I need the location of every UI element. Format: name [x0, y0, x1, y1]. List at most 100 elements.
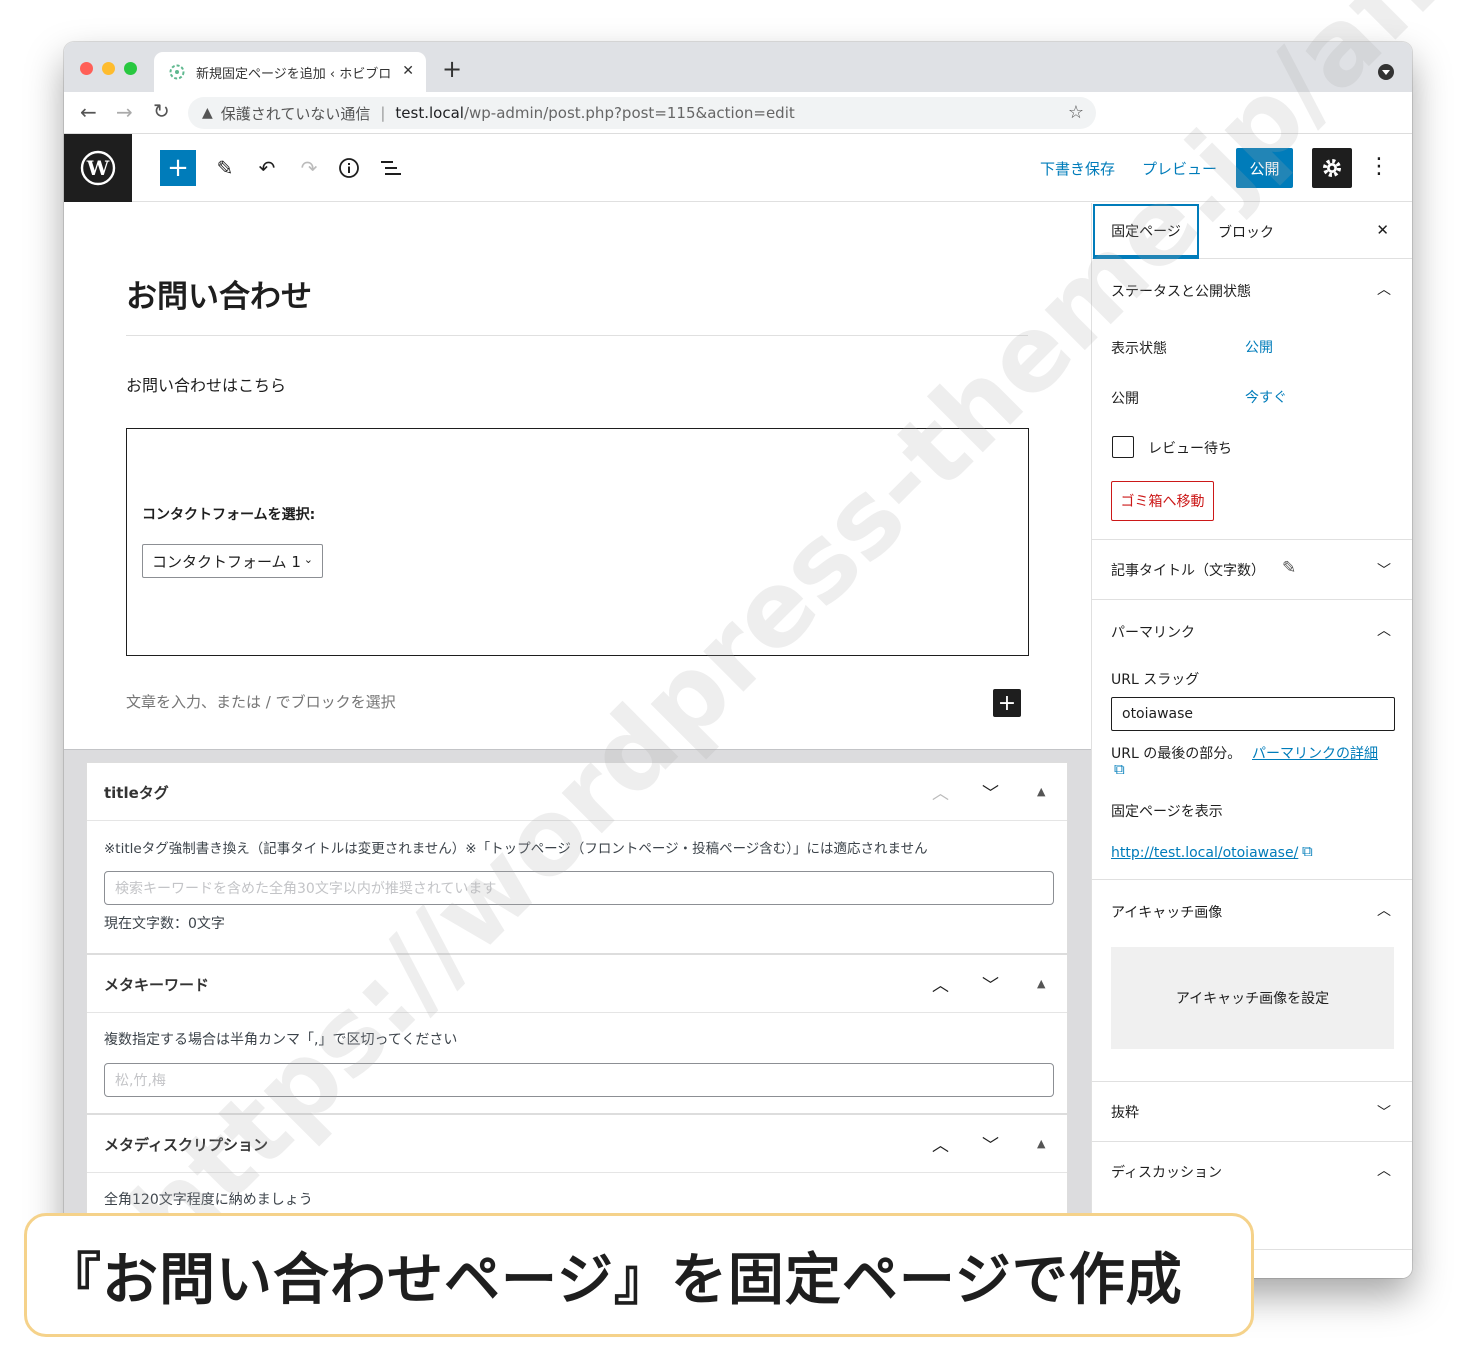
excerpt-heading[interactable]: 抜粋 [1111, 1102, 1139, 1122]
post-title[interactable]: お問い合わせ [126, 271, 312, 316]
chevron-down-icon: ⌄ [303, 553, 313, 566]
reload-icon[interactable]: ↻ [153, 99, 170, 123]
security-warning: 保護されていない通信 [220, 104, 371, 123]
discussion-heading[interactable]: ディスカッション [1111, 1162, 1222, 1182]
meta-keyword-note: 複数指定する場合は半角カンマ「,」で区切ってください [104, 1032, 458, 1048]
move-up-icon[interactable]: ︿ [932, 779, 949, 804]
info-icon[interactable] [334, 150, 364, 186]
tab-block[interactable]: ブロック [1218, 222, 1274, 242]
new-tab-icon[interactable]: + [442, 55, 462, 83]
title-tag-header[interactable]: titleタグ ︿ ﹀ ▲ [87, 763, 1067, 821]
wordpress-logo-icon[interactable]: W [64, 134, 132, 202]
title-divider [126, 335, 1028, 336]
visibility-toggle[interactable]: 公開 [1245, 337, 1273, 357]
preview-button[interactable]: プレビュー [1142, 158, 1217, 179]
meta-keyword-input[interactable]: 松,竹,梅 [104, 1063, 1054, 1097]
minimize-window-button[interactable] [102, 62, 115, 75]
chevron-up-icon[interactable]: ︿ [1377, 620, 1391, 640]
title-count-panel: 記事タイトル（文字数） ✎ ﹀ [1092, 540, 1412, 600]
pending-review-checkbox[interactable] [1112, 436, 1134, 458]
trash-button[interactable]: ゴミ箱へ移動 [1111, 481, 1214, 521]
tab-page[interactable]: 固定ページ [1093, 204, 1199, 259]
meta-keyword-metabox: メタキーワード ︿ ﹀ ▲ 複数指定する場合は半角カンマ「,」で区切ってください… [86, 954, 1068, 1114]
loading-icon [169, 64, 185, 80]
paragraph-block[interactable]: お問い合わせはこちら [126, 372, 286, 396]
close-sidebar-icon[interactable]: ✕ [1376, 221, 1389, 239]
permalink-panel: パーマリンク ︿ URL スラッグ otoiawase URL の最後の部分。 … [1092, 600, 1412, 880]
meta-boxes-area: titleタグ ︿ ﹀ ▲ ※titleタグ強制書き換え（記事タイトルは変更され… [64, 749, 1091, 1278]
close-window-button[interactable] [80, 62, 93, 75]
contact-form-label: コンタクトフォームを選択: [142, 507, 316, 523]
chevron-up-icon[interactable]: ︿ [1377, 900, 1391, 920]
contact-form-block[interactable]: コンタクトフォームを選択: コンタクトフォーム 1 ⌄ [126, 428, 1029, 656]
more-options-icon[interactable]: ⋮ [1368, 154, 1390, 179]
settings-gear-icon[interactable] [1312, 148, 1352, 188]
move-up-icon[interactable]: ︿ [932, 1131, 949, 1156]
redo-icon[interactable]: ↷ [294, 150, 324, 186]
zoom-window-button[interactable] [124, 62, 137, 75]
address-bar-row: ← → ↻ ▲ 保護されていない通信 | test.local /wp-admi… [64, 92, 1412, 134]
external-link-icon[interactable]: ⧉ [1302, 842, 1313, 860]
editor-toolbar: W + ✎ ↶ ↷ 下書き保存 プレビュー 公開 ⋮ [64, 134, 1412, 202]
caption-banner: 『お問い合わせページ』を固定ページで作成 [24, 1213, 1254, 1337]
meta-keyword-header[interactable]: メタキーワード ︿ ﹀ ▲ [87, 955, 1067, 1013]
title-count-heading[interactable]: 記事タイトル（文字数） [1111, 560, 1265, 580]
settings-sidebar: 固定ページ ブロック ✕ ステータスと公開状態 ︿ 表示状態 公開 公開 今すぐ… [1091, 203, 1412, 1278]
save-draft-button[interactable]: 下書き保存 [1040, 158, 1115, 179]
warning-icon: ▲ [202, 105, 213, 121]
toggle-panel-icon[interactable]: ▲ [1037, 1137, 1045, 1150]
back-arrow-icon[interactable]: ← [80, 100, 97, 124]
undo-icon[interactable]: ↶ [252, 150, 282, 186]
title-tag-count: 現在文字数：0文字 [104, 916, 225, 932]
excerpt-panel: 抜粋 ﹀ [1092, 1082, 1412, 1142]
toggle-panel-icon[interactable]: ▲ [1037, 977, 1045, 990]
edit-pencil-icon[interactable]: ✎ [210, 150, 240, 186]
chevron-up-icon[interactable]: ︿ [1377, 279, 1391, 299]
slug-hint: URL の最後の部分。 [1111, 746, 1242, 762]
list-view-icon[interactable] [376, 150, 406, 186]
title-tag-metabox: titleタグ ︿ ﹀ ▲ ※titleタグ強制書き換え（記事タイトルは変更され… [86, 762, 1068, 954]
add-block-button[interactable]: + [160, 150, 196, 186]
toggle-panel-icon[interactable]: ▲ [1037, 785, 1045, 798]
status-heading[interactable]: ステータスと公開状態 [1111, 281, 1251, 301]
move-down-icon[interactable]: ﹀ [982, 779, 999, 804]
pencil-icon: ✎ [1282, 558, 1297, 578]
move-up-icon[interactable]: ︿ [932, 971, 949, 996]
title-tag-input[interactable]: 検索キーワードを含めた全角30文字以内が推奨されています [104, 871, 1054, 905]
contact-form-select[interactable]: コンタクトフォーム 1 ⌄ [142, 544, 323, 578]
close-tab-icon[interactable]: ✕ [402, 63, 414, 79]
status-panel: ステータスと公開状態 ︿ 表示状態 公開 公開 今すぐ レビュー待ち ゴミ箱へ移… [1092, 259, 1412, 540]
caption-text: 『お問い合わせページ』を固定ページで作成 [45, 1247, 1183, 1313]
sidebar-tabs: 固定ページ ブロック ✕ [1092, 203, 1412, 259]
view-page-label: 固定ページを表示 [1111, 804, 1223, 820]
permalink-docs-link[interactable]: パーマリンクの詳細 [1252, 743, 1378, 763]
profile-menu-icon[interactable] [1378, 64, 1394, 80]
tab-strip: 新規固定ページを追加 ‹ ホビブロ ✕ + [64, 42, 1412, 92]
meta-description-header[interactable]: メタディスクリプション ︿ ﹀ ▲ [87, 1115, 1067, 1173]
chevron-up-icon[interactable]: ︿ [1377, 1160, 1391, 1180]
move-down-icon[interactable]: ﹀ [982, 971, 999, 996]
chevron-down-icon[interactable]: ﹀ [1377, 1102, 1391, 1122]
url-separator: | [380, 104, 386, 122]
publish-date-toggle[interactable]: 今すぐ [1245, 387, 1287, 407]
inline-add-block-button[interactable]: + [993, 689, 1021, 717]
star-icon[interactable]: ☆ [1068, 102, 1084, 123]
view-page-link[interactable]: http://test.local/otoiawase/ [1111, 845, 1298, 861]
featured-image-heading[interactable]: アイキャッチ画像 [1111, 902, 1222, 922]
meta-description-heading: メタディスクリプション [104, 1136, 268, 1154]
slug-input[interactable]: otoiawase [1111, 697, 1395, 731]
title-tag-note: ※titleタグ強制書き換え（記事タイトルは変更されません）※「トップページ（フ… [104, 841, 928, 857]
contact-form-selected: コンタクトフォーム 1 [152, 552, 301, 571]
block-placeholder[interactable]: 文章を入力、または / でブロックを選択 [126, 691, 396, 712]
forward-arrow-icon[interactable]: → [116, 100, 133, 124]
url-path: /wp-admin/post.php?post=115&action=edit [463, 104, 795, 122]
url-input[interactable]: ▲ 保護されていない通信 | test.local /wp-admin/post… [188, 97, 1096, 129]
publish-button[interactable]: 公開 [1236, 148, 1293, 188]
editor-canvas: お問い合わせ お問い合わせはこちら コンタクトフォームを選択: コンタクトフォー… [64, 203, 1091, 1278]
move-down-icon[interactable]: ﹀ [982, 1131, 999, 1156]
external-link-icon[interactable]: ⧉ [1114, 760, 1125, 778]
set-featured-image-button[interactable]: アイキャッチ画像を設定 [1111, 947, 1394, 1049]
browser-tab[interactable]: 新規固定ページを追加 ‹ ホビブロ ✕ [154, 52, 426, 92]
chevron-down-icon[interactable]: ﹀ [1377, 560, 1391, 580]
permalink-heading[interactable]: パーマリンク [1111, 622, 1195, 642]
